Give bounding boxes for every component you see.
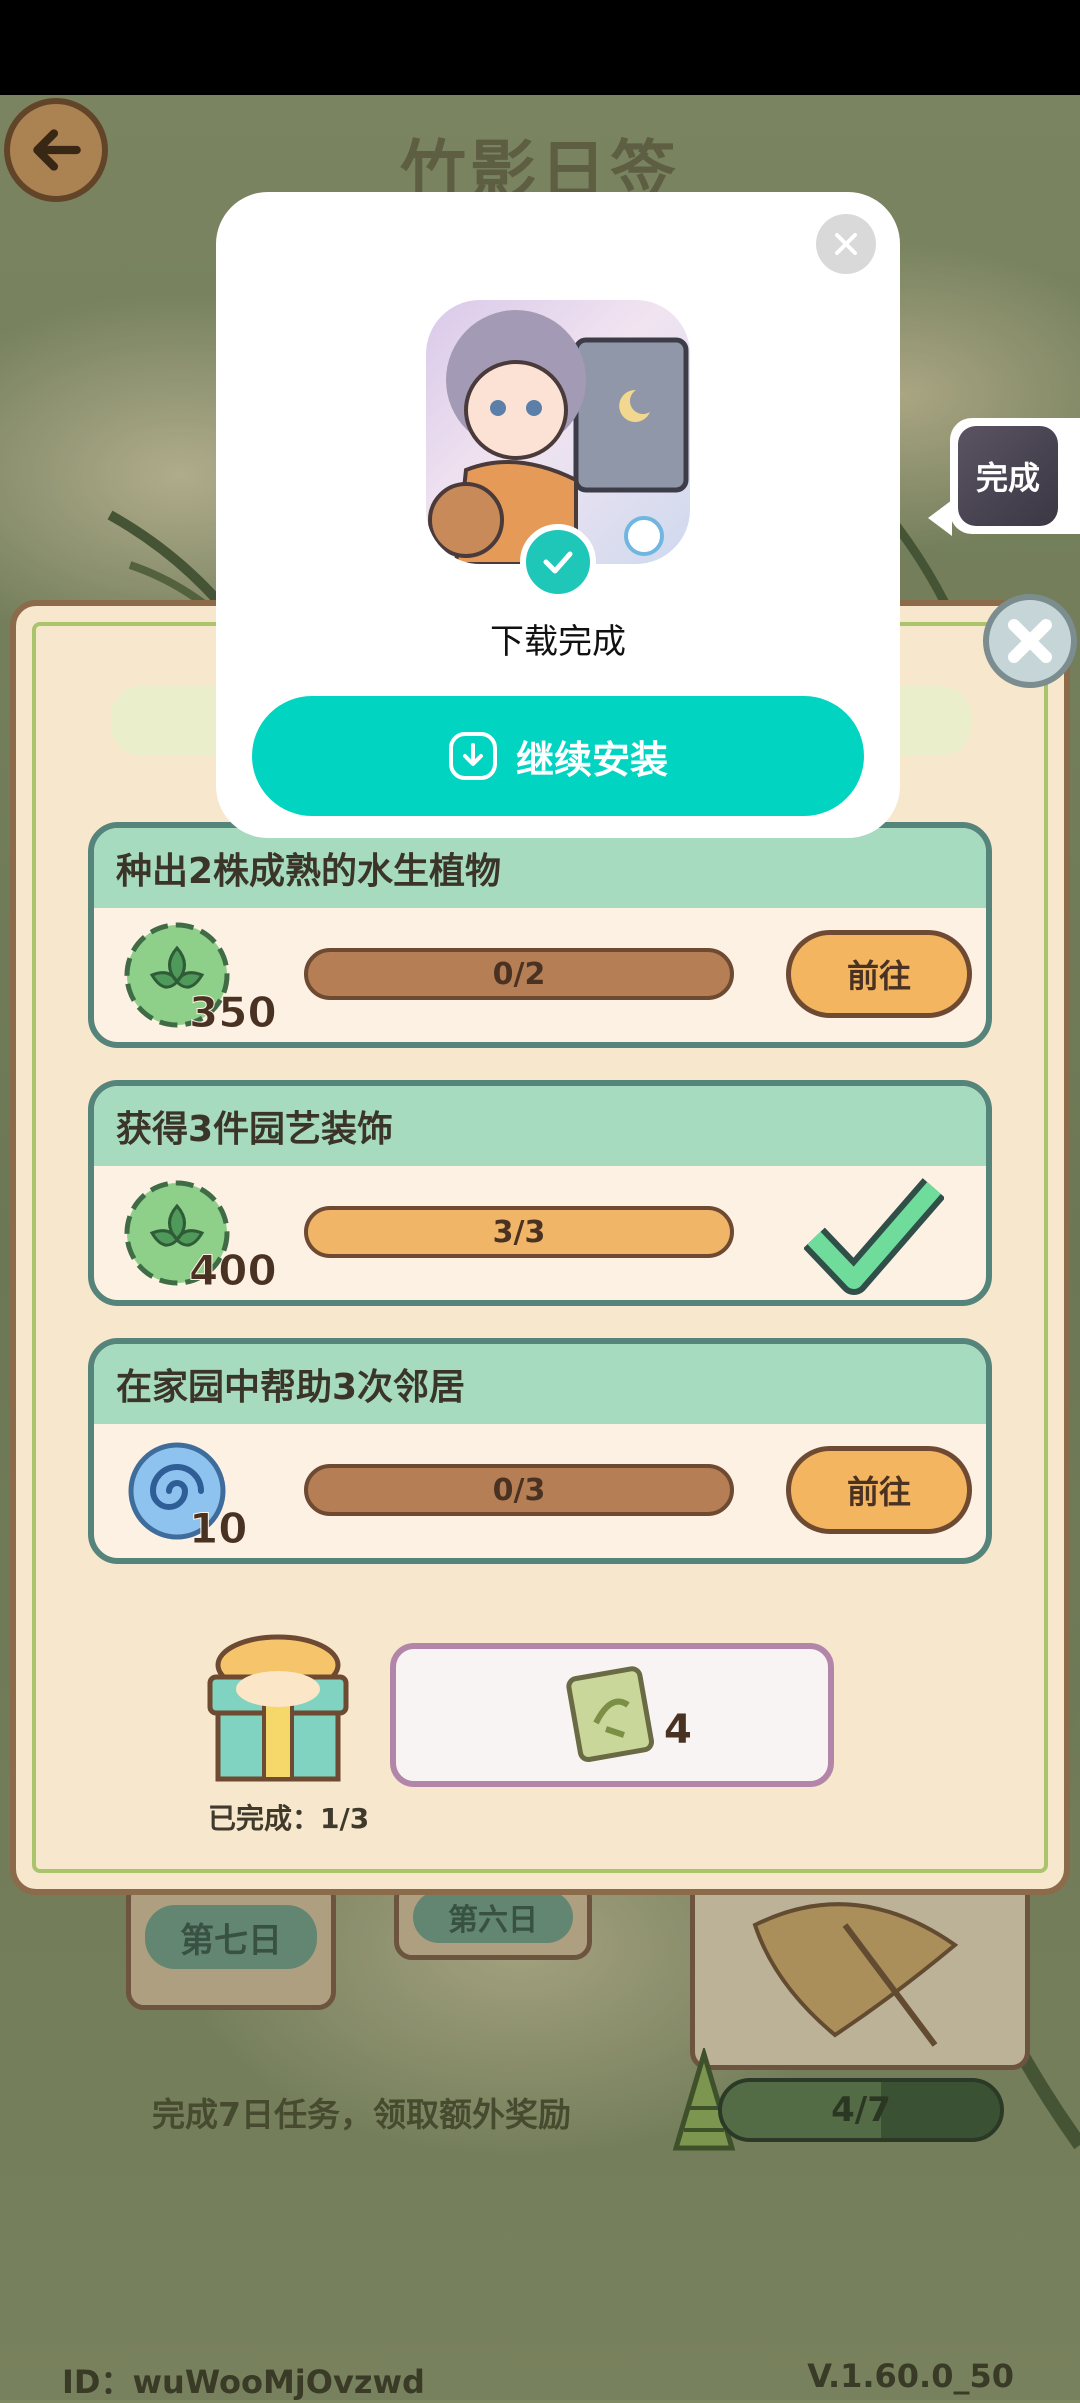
side-complete-thumb[interactable]: 完成 [958, 426, 1058, 526]
task-progress-bar: 3/3 [304, 1206, 734, 1258]
continue-install-button[interactable]: 继续安装 [252, 696, 864, 816]
check-icon [543, 551, 573, 574]
reward-amount: 350 [189, 988, 278, 1038]
download-icon [448, 732, 497, 780]
close-icon [835, 233, 857, 255]
reward-amount: 10 [188, 1504, 248, 1554]
task-progress-bar: 0/2 [304, 948, 734, 1000]
task-progress-bar: 0/3 [304, 1464, 734, 1516]
task-card: 获得3件园艺装饰 400 3/3 [88, 1080, 992, 1306]
download-complete-badge [520, 524, 596, 600]
completion-reward-box: 4 [390, 1643, 834, 1787]
task-title: 种出2株成熟的水生植物 [94, 828, 986, 908]
task-progress-text: 0/3 [492, 1472, 546, 1508]
go-button[interactable]: 前往 [786, 930, 972, 1018]
close-icon [1008, 619, 1052, 663]
task-title: 获得3件园艺装饰 [94, 1086, 986, 1166]
continue-install-label: 继续安装 [515, 737, 668, 782]
go-button[interactable]: 前往 [786, 1446, 972, 1534]
panel-close-button[interactable] [983, 594, 1077, 688]
status-bar [0, 0, 1080, 95]
completed-count: 已完成：1/3 [208, 1802, 370, 1835]
task-progress-text: 0/2 [492, 956, 546, 992]
bamboo-ticket-icon [566, 1666, 654, 1763]
task-card: 种出2株成熟的水生植物 350 0/2 前往 [88, 822, 992, 1048]
task-card: 在家园中帮助3次邻居 10 0/3 前往 [88, 1338, 992, 1564]
task-title: 在家园中帮助3次邻居 [94, 1344, 986, 1424]
gift-box-icon[interactable] [198, 1625, 358, 1785]
reward-amount: 400 [189, 1246, 278, 1296]
checkmark-icon [804, 1178, 944, 1295]
reward-count: 4 [664, 1707, 692, 1753]
download-status-text: 下载完成 [490, 622, 626, 662]
task-progress-text: 3/3 [492, 1214, 546, 1250]
side-bubble-tail [928, 500, 952, 536]
side-complete-label: 完成 [975, 459, 1040, 497]
popup-close-button[interactable] [816, 214, 876, 274]
